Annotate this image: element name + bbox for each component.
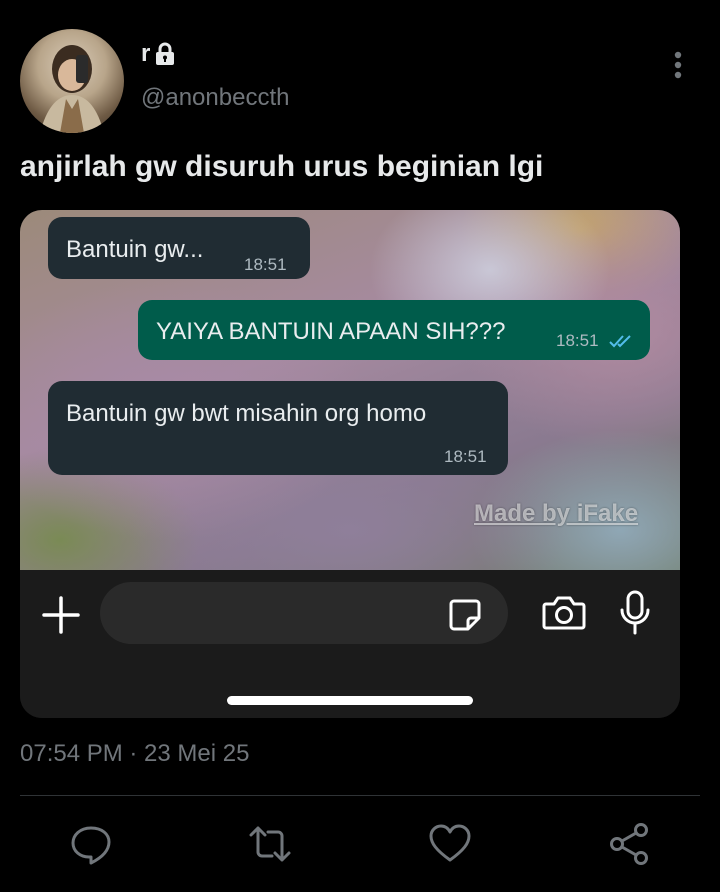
- retweet-icon: [249, 826, 291, 862]
- sticker-icon[interactable]: [448, 598, 482, 632]
- tweet-text: anjirlah gw disuruh urus beginian lgi: [20, 150, 544, 183]
- message-time: 18:51: [556, 331, 599, 350]
- share-button[interactable]: [608, 822, 652, 866]
- like-icon: [429, 824, 471, 862]
- message-text: Bantuin gw bwt misahin org homo: [66, 400, 427, 427]
- avatar-photo: [40, 45, 104, 133]
- message-text: YAIYA BANTUIN APAAN SIH???: [156, 318, 506, 345]
- message-time: 18:51: [244, 255, 287, 274]
- like-button[interactable]: [428, 822, 472, 866]
- divider: [20, 795, 700, 796]
- tweet-timestamp[interactable]: 07:54 PM · 23 Mei 25: [20, 740, 249, 768]
- lock-icon: [156, 42, 175, 65]
- chat-bubble-outgoing: YAIYA BANTUIN APAAN SIH???: [138, 300, 650, 360]
- user-handle[interactable]: @anonbeccth: [141, 84, 289, 112]
- watermark: Made by iFake: [474, 500, 639, 527]
- plus-icon[interactable]: [40, 594, 82, 636]
- message-text: Bantuin gw...: [66, 236, 204, 263]
- chat-wallpaper: Bantuin gw... 18:51 YAIYA BANTUIN APAAN …: [20, 210, 680, 570]
- reply-button[interactable]: [69, 822, 113, 866]
- message-time: 18:51: [444, 447, 487, 466]
- display-name[interactable]: r: [141, 40, 150, 68]
- chat-composer: [20, 570, 680, 718]
- avatar[interactable]: [20, 29, 124, 133]
- more-options-icon[interactable]: [668, 50, 688, 80]
- share-icon: [610, 823, 648, 865]
- attached-image[interactable]: Bantuin gw... 18:51 YAIYA BANTUIN APAAN …: [20, 210, 680, 718]
- reply-icon: [71, 826, 111, 865]
- camera-icon[interactable]: [542, 594, 586, 632]
- message-input[interactable]: [100, 582, 508, 644]
- mic-icon[interactable]: [618, 590, 652, 636]
- retweet-button[interactable]: [248, 822, 292, 866]
- home-indicator: [227, 696, 473, 705]
- chat-bubble-incoming: Bantuin gw... 18:51: [48, 217, 310, 279]
- read-ticks-icon: [609, 335, 631, 348]
- chat-bubble-incoming: Bantuin gw bwt misahin org homo 18:51: [48, 381, 508, 475]
